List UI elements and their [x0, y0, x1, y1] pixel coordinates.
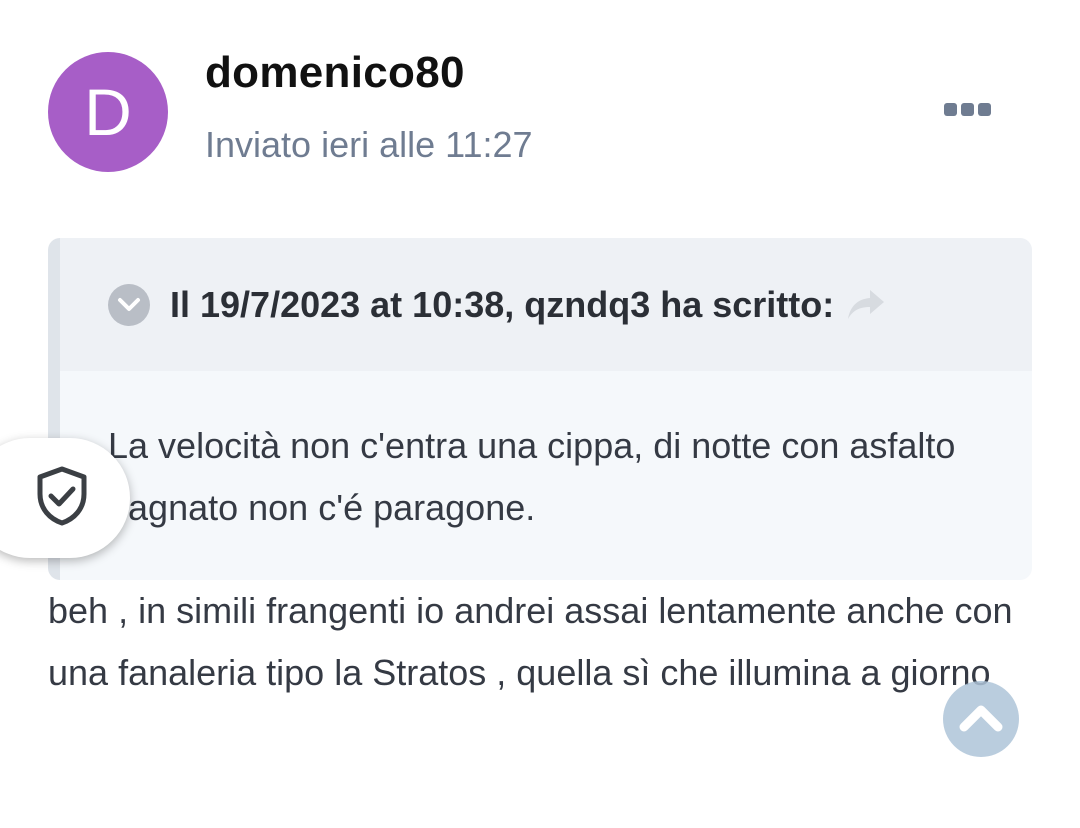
chevron-up-icon [958, 702, 1004, 737]
forum-post: D domenico80 Inviato ieri alle 11:27 Il … [0, 0, 1080, 828]
chevron-down-icon[interactable] [108, 283, 150, 326]
post-body-text: beh , in simili frangenti io andrei assa… [48, 590, 1013, 693]
quote-block: Il 19/7/2023 at 10:38, qzndq3 ha scritto… [48, 238, 1032, 580]
post-timestamp[interactable]: Inviato ieri alle 11:27 [205, 124, 533, 166]
more-options-button[interactable] [944, 96, 1000, 122]
ellipsis-icon [944, 102, 957, 116]
shield-check-icon [36, 466, 88, 531]
avatar-letter: D [84, 75, 132, 149]
author-name[interactable]: domenico80 [205, 48, 465, 98]
privacy-settings-button[interactable] [0, 438, 130, 558]
quote-text: La velocità non c'entra una cippa, di no… [108, 425, 956, 528]
avatar[interactable]: D [48, 52, 168, 172]
share-arrow-icon[interactable] [846, 285, 890, 325]
quote-citation: Il 19/7/2023 at 10:38, qzndq3 ha scritto… [170, 283, 835, 325]
scroll-to-top-button[interactable] [943, 681, 1019, 757]
quote-header: Il 19/7/2023 at 10:38, qzndq3 ha scritto… [60, 238, 1032, 371]
